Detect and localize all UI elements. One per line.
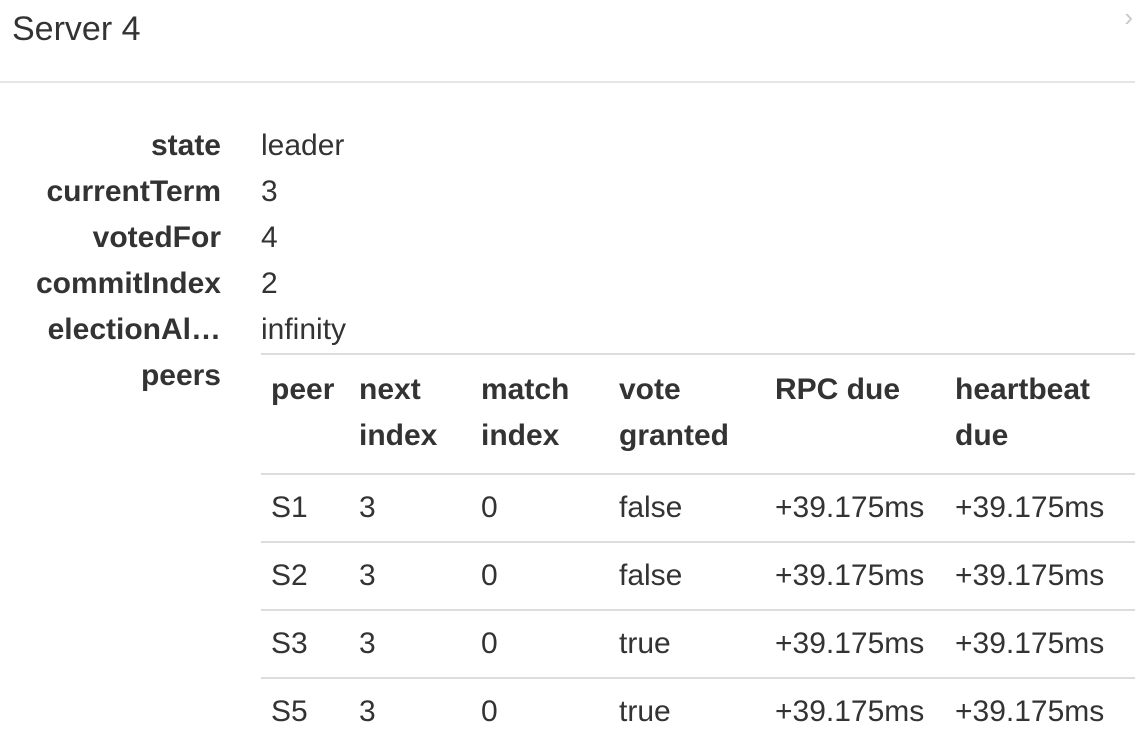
column-header-next-index: next index xyxy=(349,354,471,475)
panel-title: Server 4 xyxy=(12,10,141,48)
property-key: currentTerm xyxy=(46,175,222,208)
close-icon[interactable]: › xyxy=(1124,4,1133,30)
cell-heartbeat-due: +39.175ms xyxy=(945,610,1135,679)
table-row: S2 3 0 false +39.175ms +39.175ms xyxy=(261,542,1135,611)
server-properties: state leader currentTerm 3 votedFor 4 co… xyxy=(0,123,1135,353)
cell-vote-granted: false xyxy=(609,542,765,611)
cell-rpc-due: +39.175ms xyxy=(765,610,945,679)
cell-heartbeat-due: +39.175ms xyxy=(945,542,1135,611)
column-header-heartbeat-due: heartbeat due xyxy=(945,354,1135,475)
column-header-match-index: match index xyxy=(471,354,609,475)
cell-peer: S1 xyxy=(261,474,349,543)
property-row-voted-for: votedFor 4 xyxy=(0,215,1135,261)
property-row-commit-index: commitIndex 2 xyxy=(0,261,1135,307)
table-row: S3 3 0 true +39.175ms +39.175ms xyxy=(261,610,1135,679)
property-value: 4 xyxy=(261,221,278,254)
cell-match-index: 0 xyxy=(471,542,609,611)
cell-next-index: 3 xyxy=(349,474,471,543)
cell-match-index: 0 xyxy=(481,695,498,728)
table-row: S1 3 0 false +39.175ms +39.175ms xyxy=(261,474,1135,543)
property-key: state xyxy=(150,129,221,162)
property-row-state: state leader xyxy=(0,123,1135,169)
cell-next-index: 3 xyxy=(349,610,471,679)
property-value: leader xyxy=(261,129,345,162)
property-row-election-alarm: electionAl… infinity xyxy=(0,307,1135,353)
cell-match-index: 0 xyxy=(471,610,609,679)
property-key: votedFor xyxy=(92,221,221,254)
property-key: electionAl… xyxy=(47,313,221,346)
property-key: commitIndex xyxy=(35,267,221,300)
property-value: infinity xyxy=(261,313,347,346)
panel-header: Server 4 › xyxy=(0,0,1135,83)
column-header-rpc-due: RPC due xyxy=(765,354,945,475)
cell-heartbeat-due: +39.175ms xyxy=(945,474,1135,543)
cell-next-index: 3 xyxy=(359,695,376,728)
column-header-peer: peer xyxy=(261,354,349,475)
property-key-peers: peers xyxy=(140,359,221,392)
cell-rpc-due: +39.175ms xyxy=(765,474,945,543)
peers-header-row: peer next index match index vote granted RP… xyxy=(261,354,1135,475)
cell-peer: S5 xyxy=(271,695,308,728)
cell-peer: S2 xyxy=(261,542,349,611)
cell-vote-granted: true xyxy=(619,695,671,728)
table-row: S5 3 0 true +39.175ms +39.175ms xyxy=(261,678,1135,729)
cell-vote-granted: false xyxy=(609,474,765,543)
property-row-current-term: currentTerm 3 xyxy=(0,169,1135,215)
cell-match-index: 0 xyxy=(471,474,609,543)
cell-rpc-due: +39.175ms xyxy=(775,695,925,728)
property-value: 2 xyxy=(261,267,278,300)
property-value: 3 xyxy=(261,175,278,208)
cell-rpc-due: +39.175ms xyxy=(765,542,945,611)
column-header-vote-granted: vote granted xyxy=(609,354,765,475)
server-panel: Server 4 › state leader currentTerm 3 vo… xyxy=(0,0,1135,729)
cell-peer: S3 xyxy=(261,610,349,679)
cell-vote-granted: true xyxy=(609,610,765,679)
peers-table: peer next index match index vote granted RP… xyxy=(261,353,1135,729)
cell-next-index: 3 xyxy=(349,542,471,611)
cell-heartbeat-due: +39.175ms xyxy=(955,695,1105,728)
